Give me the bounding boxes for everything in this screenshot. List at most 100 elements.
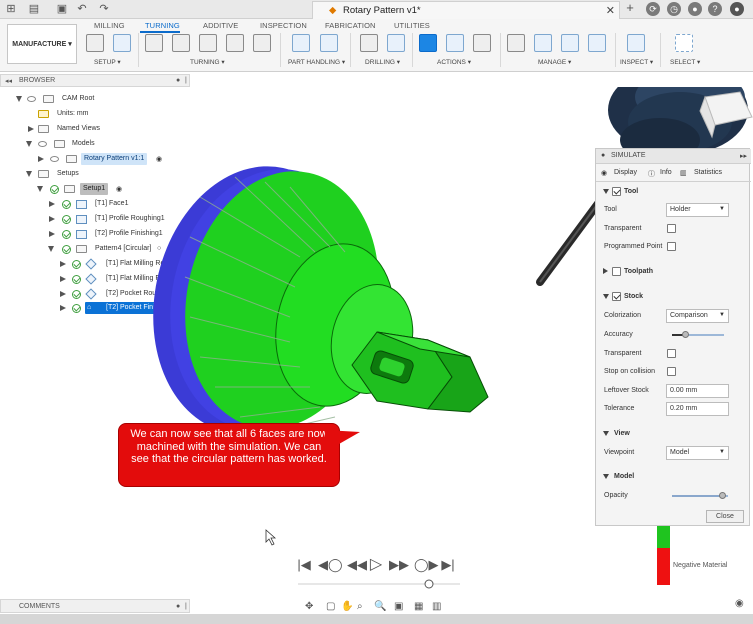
tolerance-input[interactable]: 0.20 mm	[666, 402, 729, 416]
grid-snaps-icon[interactable]: ▦	[414, 601, 423, 612]
comments-panel[interactable]: COMMENTS ● |	[0, 599, 190, 613]
simulate-header[interactable]: ● SIMULATE ▸▸	[596, 149, 751, 164]
expand-panel-icon[interactable]: ▸▸	[740, 152, 747, 160]
turning-part-icon[interactable]	[253, 34, 271, 52]
section-tool[interactable]: Tool	[596, 184, 751, 200]
leftover-stock-input[interactable]: 0.00 mm	[666, 384, 729, 398]
browser-panel-header[interactable]: ◂◂ BROWSER ● |	[0, 74, 190, 87]
job-status-icon[interactable]: ◷	[667, 2, 681, 16]
expand-arrow-icon[interactable]	[603, 268, 608, 274]
tool-library-icon[interactable]	[507, 34, 525, 52]
select-group-label[interactable]: SELECT ▾	[670, 58, 700, 66]
close-button[interactable]: Close	[706, 510, 744, 523]
tab-statistics[interactable]: Statistics	[694, 169, 722, 176]
help-icon[interactable]: ?	[708, 2, 722, 16]
comments-add-icon[interactable]: ●	[176, 603, 180, 610]
notifications-icon[interactable]: ●	[688, 2, 702, 16]
part-handling-group-label[interactable]: PART HANDLING ▾	[288, 58, 345, 66]
step-forward-icon[interactable]: ▶▶	[389, 557, 409, 573]
programmed-point-checkbox[interactable]	[667, 242, 676, 251]
notification-icon[interactable]: ◉	[735, 598, 744, 609]
look-at-icon[interactable]: ▢	[326, 601, 335, 612]
tab-info[interactable]: Info	[660, 169, 672, 176]
drilling-icon[interactable]	[360, 34, 378, 52]
tool-select[interactable]: Holder ▼	[666, 203, 729, 217]
drilling-group-label[interactable]: DRILLING ▾	[365, 58, 400, 66]
redo-icon[interactable]: ↷	[98, 3, 110, 15]
collapse-arrow-icon[interactable]	[603, 474, 609, 479]
document-tab[interactable]: ◆ Rotary Pattern v1* ✕	[312, 1, 620, 19]
app-grid-icon[interactable]: ⊞	[5, 3, 17, 15]
save-icon[interactable]: ▣	[56, 3, 68, 15]
inspect-group-label[interactable]: INSPECT ▾	[620, 58, 653, 66]
section-view[interactable]: View	[596, 426, 751, 442]
orbit-icon[interactable]: ✥	[305, 601, 313, 612]
setup-folder-icon[interactable]	[86, 34, 104, 52]
tab-turning[interactable]: TURNING	[145, 21, 180, 30]
section-model[interactable]: Model	[596, 469, 751, 485]
section-stock[interactable]: Stock	[596, 289, 751, 305]
turning-thread-icon[interactable]	[226, 34, 244, 52]
section-toolpath[interactable]: Toolpath	[596, 264, 751, 280]
stop-on-collision-checkbox[interactable]	[667, 367, 676, 376]
tab-inspection[interactable]: INSPECTION	[260, 21, 307, 30]
turning-face-icon[interactable]	[145, 34, 163, 52]
close-tab-icon[interactable]: ✕	[606, 4, 615, 17]
viewports-icon[interactable]: ▥	[432, 601, 441, 612]
collapse-arrow-icon[interactable]	[603, 189, 609, 194]
stock-transparent-checkbox[interactable]	[667, 349, 676, 358]
turning-groove-icon[interactable]	[199, 34, 217, 52]
step-back-icon[interactable]: ◀◀	[347, 557, 367, 573]
play-icon[interactable]: ▷	[368, 557, 384, 573]
measure-icon[interactable]	[627, 34, 645, 52]
comments-pin-icon[interactable]: |	[185, 603, 187, 610]
extensions-icon[interactable]: ⟳	[646, 2, 660, 16]
post-library-icon[interactable]	[561, 34, 579, 52]
collapse-arrow-icon[interactable]	[603, 431, 609, 436]
turning-group-label[interactable]: TURNING ▾	[190, 58, 225, 66]
file-menu-icon[interactable]: ▤	[28, 3, 40, 15]
tool-transparent-checkbox[interactable]	[667, 224, 676, 233]
accuracy-slider-handle[interactable]	[682, 331, 689, 338]
colorization-select[interactable]: Comparison ▼	[666, 309, 729, 323]
stock-checkbox[interactable]	[612, 292, 621, 301]
tab-utilities[interactable]: UTILITIES	[394, 21, 430, 30]
workspace-switcher[interactable]: MANUFACTURE ▾	[7, 24, 77, 64]
go-to-end-icon[interactable]: ▶|	[441, 557, 455, 573]
actions-group-label[interactable]: ACTIONS ▾	[437, 58, 471, 66]
machine-library-icon[interactable]	[588, 34, 606, 52]
next-operation-icon[interactable]: ◯▶	[414, 557, 439, 573]
simulate-icon[interactable]	[419, 34, 437, 52]
collapse-icon[interactable]: ◂◂	[5, 77, 12, 85]
new-tab-icon[interactable]: +	[624, 1, 636, 14]
avatar[interactable]: ●	[730, 2, 744, 16]
previous-operation-icon[interactable]: ◀◯	[318, 557, 343, 573]
select-window-icon[interactable]	[675, 34, 693, 52]
tab-display[interactable]: Display	[614, 169, 637, 176]
browser-pin-icon[interactable]: |	[185, 77, 187, 84]
part-handling-chuck-icon[interactable]	[320, 34, 338, 52]
browser-settings-icon[interactable]: ●	[176, 77, 180, 84]
opacity-slider[interactable]	[672, 492, 728, 499]
opacity-slider-handle[interactable]	[719, 492, 727, 499]
tool-checkbox[interactable]	[612, 187, 621, 196]
setup-group-label[interactable]: SETUP ▾	[94, 58, 121, 66]
tab-fabrication[interactable]: FABRICATION	[325, 21, 376, 30]
go-to-start-icon[interactable]: |◀	[297, 557, 311, 573]
template-library-icon[interactable]	[534, 34, 552, 52]
sim-timeline-handle[interactable]	[424, 579, 434, 589]
fit-icon[interactable]: 🔍	[374, 601, 386, 612]
viewpoint-select[interactable]: Model ▼	[666, 446, 729, 460]
setup-sheet-icon[interactable]	[113, 34, 131, 52]
drilling-probe-icon[interactable]	[387, 34, 405, 52]
tab-additive[interactable]: ADDITIVE	[203, 21, 238, 30]
undo-icon[interactable]: ↶	[76, 3, 88, 15]
manage-group-label[interactable]: MANAGE ▾	[538, 58, 571, 66]
setup-sheet-doc-icon[interactable]	[473, 34, 491, 52]
toolpath-checkbox[interactable]	[612, 267, 621, 276]
turning-profile-icon[interactable]	[172, 34, 190, 52]
tab-milling[interactable]: MILLING	[94, 21, 125, 30]
accuracy-slider[interactable]	[672, 331, 724, 338]
part-handling-transfer-icon[interactable]	[292, 34, 310, 52]
zoom-icon[interactable]: ⌕	[357, 601, 363, 612]
